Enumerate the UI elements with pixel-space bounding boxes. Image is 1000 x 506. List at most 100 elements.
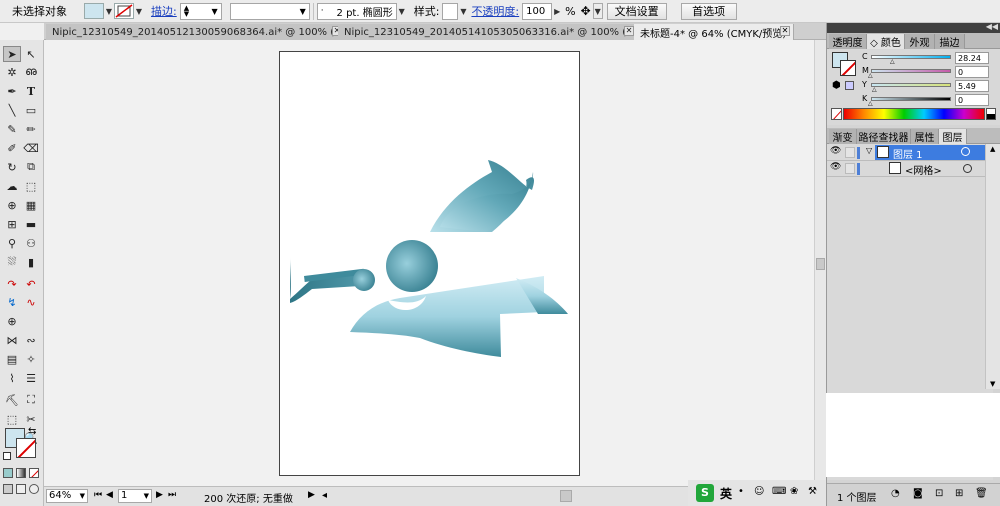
prev-page-icon[interactable]: ◀ <box>106 490 113 500</box>
live-paint-tool-icon[interactable]: ⛏ <box>3 392 21 408</box>
spectrum-white-black[interactable] <box>986 108 996 120</box>
ime-keyboard-icon[interactable]: ⌨ <box>772 486 786 497</box>
scale-tool-icon[interactable]: ⧉ <box>22 159 40 175</box>
zigzag-tool-icon[interactable]: ⌇ <box>3 370 21 386</box>
preferences-button[interactable]: 首选项 <box>680 2 737 20</box>
document-setup-button[interactable]: 文档设置 <box>606 2 667 20</box>
new-layer-icon[interactable]: ⊞ <box>955 488 963 499</box>
target-circle-icon[interactable] <box>963 164 972 173</box>
profile-dropdown-icon[interactable]: ▼ <box>397 3 407 19</box>
ime-mode[interactable]: 英 <box>720 485 732 502</box>
style-dropdown-icon[interactable]: ▼ <box>458 3 468 19</box>
page-field[interactable]: 1 ▼ <box>118 489 152 503</box>
symbol-sprayer-tool-icon[interactable]: ⛆ <box>3 254 21 270</box>
slice-tool-icon[interactable]: ↶ <box>22 276 40 292</box>
opacity-link[interactable]: 不透明度: <box>468 3 522 19</box>
ime-punct-icon[interactable]: • <box>738 486 744 497</box>
lock-toggle[interactable] <box>845 147 855 158</box>
recolor-icon[interactable]: ✥ <box>579 4 593 18</box>
close-tab-icon[interactable]: ✕ <box>624 26 634 36</box>
artboard-tool-icon[interactable]: ↷ <box>3 276 21 292</box>
last-page-icon[interactable]: ⏭ <box>168 490 176 500</box>
blob-brush-tool-icon[interactable]: ✐ <box>3 140 21 156</box>
hand-path-tool-icon[interactable]: ∿ <box>22 294 40 310</box>
channel-c-slider[interactable] <box>871 55 951 59</box>
tab-pathfinder[interactable]: 路径查找器 <box>857 129 911 144</box>
pen-tool-icon[interactable]: ✒ <box>3 83 21 99</box>
vertical-scrollbar[interactable] <box>814 40 826 486</box>
variable-width-field[interactable]: ▼ <box>229 2 310 20</box>
tab-color[interactable]: ◇ 颜色 <box>867 34 905 49</box>
draw-behind-icon[interactable] <box>16 484 26 494</box>
next-page-icon[interactable]: ▶ <box>156 490 163 500</box>
width-tool-icon[interactable]: ↯ <box>3 294 21 310</box>
scroll-up-icon[interactable]: ▲ <box>990 145 995 153</box>
draw-inside-icon[interactable] <box>29 484 39 494</box>
stroke-weight-field[interactable]: ▲ ▼ ▼ <box>179 2 222 20</box>
crop-tool-icon[interactable]: ⬚ <box>3 411 21 427</box>
grid-tool-icon[interactable]: ▤ <box>3 351 21 367</box>
mesh-tool-icon[interactable]: ⊞ <box>3 216 21 232</box>
type-tool-icon[interactable]: T <box>22 83 40 99</box>
cube-icon[interactable]: ⬢ <box>832 80 841 91</box>
channel-k-field[interactable]: 0 <box>955 94 989 106</box>
channel-c-field[interactable]: 28.24 <box>955 52 989 64</box>
scroll-left-icon[interactable]: ◂ <box>322 490 327 501</box>
stroke-color-box[interactable] <box>16 438 36 458</box>
tab-stroke[interactable]: 描边 <box>935 34 965 49</box>
channel-k-slider[interactable] <box>871 97 951 101</box>
paintbrush-tool-icon[interactable]: ✎ <box>3 121 21 137</box>
document-canvas[interactable] <box>44 40 814 486</box>
channel-y-thumb[interactable]: △ <box>872 86 877 93</box>
document-tab-3[interactable]: 未标题-4* @ 64% (CMYK/预览) ✕ <box>634 24 794 40</box>
warp-tool-icon[interactable]: ☁ <box>3 178 21 194</box>
zoom-field[interactable]: 64% ▼ <box>46 489 88 503</box>
fill-dropdown-icon[interactable]: ▼ <box>104 3 114 19</box>
new-sublayer-icon[interactable]: ⊡ <box>935 488 943 499</box>
color-spectrum-bar[interactable] <box>843 108 985 120</box>
magic-wand-tool-icon[interactable]: ✲ <box>3 64 21 80</box>
ime-logo-icon[interactable]: S <box>696 484 714 502</box>
live-paint-select-tool-icon[interactable]: ⛶ <box>22 392 40 408</box>
status-menu-icon[interactable]: ▶ <box>308 490 315 500</box>
visibility-eye-icon[interactable]: 👁 <box>830 146 841 156</box>
fill-swatch[interactable] <box>84 3 104 19</box>
column-graph-tool-icon[interactable]: ▮ <box>22 254 40 270</box>
tab-layers[interactable]: 图层 <box>939 129 967 144</box>
channel-m-slider[interactable] <box>871 69 951 73</box>
channel-m-thumb[interactable]: △ <box>868 72 873 79</box>
envelope-tool-icon[interactable]: ⋈ <box>3 332 21 348</box>
rotate-tool-icon[interactable]: ↻ <box>3 159 21 175</box>
perspective-grid-tool-icon[interactable]: ▦ <box>22 197 40 213</box>
default-colors-icon[interactable] <box>3 452 11 460</box>
lasso-tool-icon[interactable]: ഌ <box>22 64 40 80</box>
channel-k-thumb[interactable]: △ <box>868 100 873 107</box>
scroll-thumb[interactable] <box>816 258 825 270</box>
shape-builder-tool-icon[interactable]: ⊕ <box>3 197 21 213</box>
tab-gradient[interactable]: 渐变 <box>829 129 857 144</box>
blend-tool-icon[interactable]: ⚇ <box>22 235 40 251</box>
channel-y-slider[interactable] <box>871 83 951 87</box>
target-circle-icon[interactable] <box>961 147 970 156</box>
stroke-dropdown-icon[interactable]: ▼ <box>134 3 144 19</box>
free-transform-tool-icon[interactable]: ⬚ <box>22 178 40 194</box>
horizontal-scroll-thumb[interactable] <box>560 490 572 502</box>
none-mode-icon[interactable] <box>29 468 39 478</box>
tab-transparency[interactable]: 透明度 <box>829 34 867 49</box>
stroke-stepper-icon[interactable]: ▲ ▼ <box>184 5 189 18</box>
collapse-panels-icon[interactable]: ◀◀ <box>986 22 998 31</box>
style-swatch[interactable] <box>442 2 459 20</box>
first-page-icon[interactable]: ⏮ <box>94 490 102 500</box>
gradient-mode-icon[interactable] <box>16 468 26 478</box>
channel-m-field[interactable]: 0 <box>955 66 989 78</box>
scroll-down-icon[interactable]: ▼ <box>990 380 995 388</box>
draw-normal-icon[interactable] <box>3 484 13 494</box>
expand-triangle-icon[interactable]: ▽ <box>866 146 872 155</box>
direct-selection-tool-icon[interactable]: ↖ <box>22 46 40 62</box>
locate-object-icon[interactable]: ◔ <box>891 488 900 499</box>
visibility-eye-icon[interactable]: 👁 <box>830 162 841 172</box>
layers-scrollbar[interactable]: ▲ ▼ <box>985 144 1000 389</box>
sublayer-row[interactable]: 👁 <网格> <box>827 161 993 177</box>
document-tab-2[interactable]: Nipic_12310549_20140514105305063316.ai* … <box>338 24 638 40</box>
make-clipping-mask-icon[interactable]: ◙ <box>913 488 923 499</box>
